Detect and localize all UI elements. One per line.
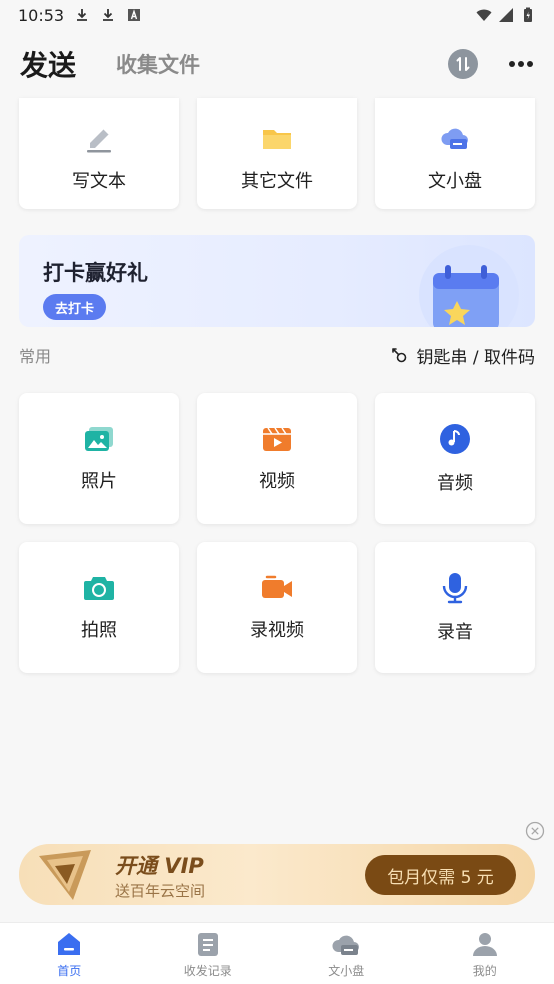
video-camera-icon [262,575,292,598]
nav-label: 收发记录 [183,964,232,978]
cloud-disk-card[interactable]: 文小盘 [375,98,535,209]
video-card[interactable]: 视频 [197,393,357,524]
card-label: 拍照 [81,619,117,641]
calendar-gift-icon [419,245,519,327]
cloud-disk-icon [332,935,360,955]
vip-diamond-icon [39,850,91,900]
record-video-card[interactable]: 录视频 [197,542,357,673]
write-text-card[interactable]: 写文本 [19,98,179,209]
home-icon [58,933,81,955]
card-label: 照片 [81,470,117,492]
vip-title: 开通 VIP [115,854,204,878]
nav-records[interactable]: 收发记录 [139,923,278,984]
nav-cloud-disk[interactable]: 文小盘 [277,923,416,984]
more-icon[interactable] [508,60,534,68]
record-audio-card[interactable]: 录音 [375,542,535,673]
status-time: 10:53 [18,5,65,25]
audio-card[interactable]: 音频 [375,393,535,524]
card-label: 视频 [259,470,295,492]
status-bar: 10:53 [0,0,554,30]
photo-card[interactable]: 照片 [19,393,179,524]
profile-icon [472,933,497,956]
nav-label: 我的 [472,964,497,978]
vip-subscribe-button[interactable]: 包月仅需 5 元 [365,855,516,895]
key-icon [392,348,407,363]
download-icon [103,9,114,21]
card-label: 录视频 [250,619,304,641]
close-icon[interactable] [525,821,545,841]
take-photo-card[interactable]: 拍照 [19,542,179,673]
card-label: 音频 [437,472,473,494]
common-row-1: 照片 视频 音频 [19,393,535,524]
folder-icon [263,129,291,149]
card-label: 录音 [437,621,473,643]
records-icon [197,933,218,956]
transfer-icon [456,57,470,71]
camera-icon [84,576,114,600]
card-label: 文小盘 [428,170,482,192]
tab-send[interactable]: 发送 [20,44,76,84]
signal-icon [499,8,513,22]
common-section-header: 常用 钥匙串 / 取件码 [19,341,535,369]
font-app-icon [128,9,141,21]
music-icon [440,423,470,454]
video-icon [263,427,291,451]
nav-home[interactable]: 首页 [0,923,139,984]
vip-banner[interactable]: 开通 VIP 送百年云空间 包月仅需 5 元 [19,844,535,905]
vip-subtitle: 送百年云空间 [115,882,206,900]
cloud-disk-icon [441,128,468,149]
photo-icon [85,426,113,451]
other-files-card[interactable]: 其它文件 [197,98,357,209]
keychain-label: 钥匙串 / 取件码 [416,347,535,368]
tab-collect-files[interactable]: 收集文件 [116,49,200,79]
card-label: 写文本 [72,170,126,192]
microphone-icon [442,572,468,603]
nav-profile[interactable]: 我的 [416,923,554,984]
bottom-nav: 首页 收发记录 文小盘 我的 [0,922,554,984]
card-label: 其它文件 [241,170,313,192]
wifi-icon [476,9,492,21]
checkin-promo-banner[interactable]: 打卡赢好礼 去打卡 [19,235,535,327]
battery-icon [524,7,532,22]
nav-label: 文小盘 [328,964,365,978]
pencil-icon [87,127,111,152]
section-title: 常用 [19,347,52,366]
download-icon [77,9,88,21]
top-card-row: 写文本 其它文件 文小盘 [19,98,535,209]
nav-label: 首页 [57,964,82,978]
common-row-2: 拍照 录视频 录音 [19,542,535,673]
checkin-button[interactable]: 去打卡 [43,294,107,320]
keychain-link[interactable]: 钥匙串 / 取件码 [390,343,535,368]
header: 发送 收集文件 [0,30,554,98]
transfer-button[interactable] [448,49,478,79]
promo-title: 打卡赢好礼 [43,261,148,285]
